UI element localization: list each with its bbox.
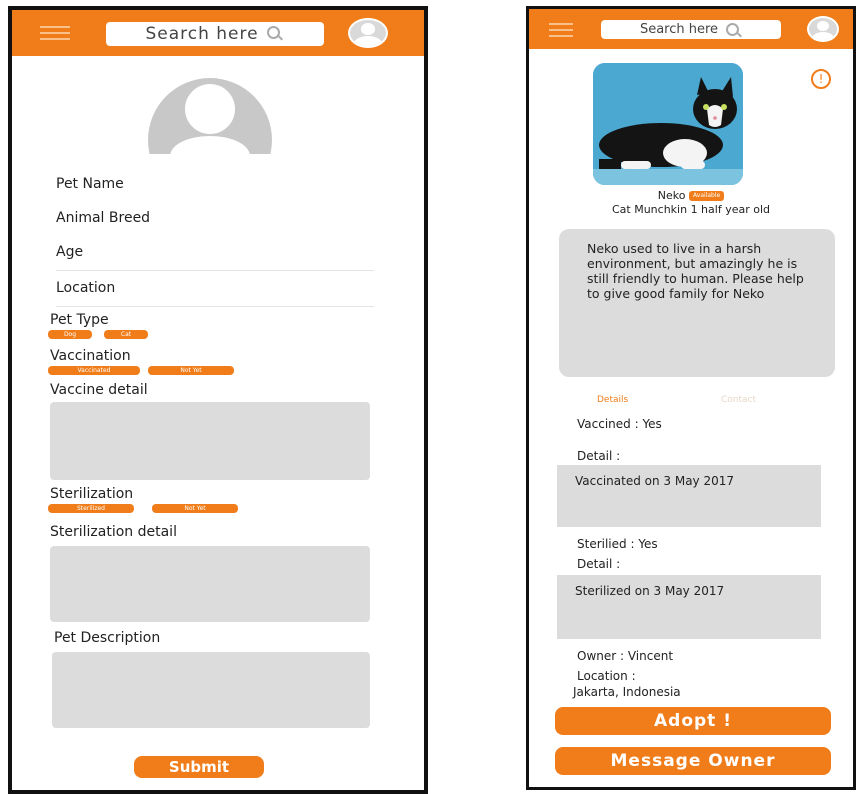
vaccine-detail-textarea[interactable] (50, 402, 370, 480)
hamburger-menu-icon[interactable] (40, 26, 70, 44)
animal-breed-field[interactable]: Animal Breed (56, 210, 150, 226)
divider (56, 270, 374, 271)
pet-detail-screen: Search here ! Neko Available Cat Munchki… (526, 6, 856, 790)
tab-contact[interactable]: Contact (721, 395, 756, 405)
vaccine-detail-box: Vaccinated on 3 May 2017 (557, 465, 821, 527)
sterilized-status: Sterilied : Yes (577, 537, 658, 551)
sterilization-not-yet-chip[interactable]: Not Yet (152, 504, 238, 513)
sterilization-label: Sterilization (50, 486, 134, 502)
top-bar: Search here (12, 10, 424, 56)
location-label: Location : (577, 669, 636, 683)
cat-image-icon (593, 63, 743, 185)
submit-button[interactable]: Submit (134, 756, 264, 778)
pet-name-field[interactable]: Pet Name (56, 176, 124, 192)
location-field[interactable]: Location (56, 280, 115, 296)
pet-photo (593, 63, 743, 185)
vaccination-label: Vaccination (50, 348, 131, 364)
sterilization-detail-label: Sterilization detail (50, 524, 177, 540)
pet-photo-placeholder-icon[interactable] (148, 78, 272, 154)
pet-summary: Cat Munchkin 1 half year old (611, 203, 771, 216)
search-input[interactable]: Search here (601, 20, 781, 39)
user-avatar-icon[interactable] (807, 16, 839, 42)
vaccined-status: Vaccined : Yes (577, 417, 662, 431)
pet-type-dog-chip[interactable]: Dog (48, 330, 92, 339)
pet-name-row: Neko Available (529, 189, 853, 202)
message-owner-button[interactable]: Message Owner (555, 747, 831, 775)
tab-details[interactable]: Details (597, 395, 628, 405)
location-value: Jakarta, Indonesia (573, 685, 681, 699)
search-icon[interactable] (726, 22, 742, 37)
sterilization-detail-textarea[interactable] (50, 546, 370, 622)
divider (56, 306, 374, 307)
pet-type-label: Pet Type (50, 312, 109, 328)
user-avatar-icon[interactable] (348, 18, 388, 48)
sterile-detail-box: Sterilized on 3 May 2017 (557, 575, 821, 639)
add-pet-form-screen: Search here Pet Name Animal Breed Age Lo… (8, 6, 428, 794)
hamburger-menu-icon[interactable] (549, 23, 573, 41)
status-badge: Available (689, 191, 725, 201)
vaccine-detail-label: Vaccine detail (50, 382, 148, 398)
search-icon[interactable] (266, 26, 285, 42)
search-input[interactable]: Search here (106, 22, 324, 46)
adopt-button[interactable]: Adopt ! (555, 707, 831, 735)
age-field[interactable]: Age (56, 244, 83, 260)
vaccinated-chip[interactable]: Vaccinated (48, 366, 140, 375)
vaccination-not-yet-chip[interactable]: Not Yet (148, 366, 234, 375)
pet-type-cat-chip[interactable]: Cat (104, 330, 148, 339)
vaccine-detail-label: Detail : (577, 449, 621, 463)
pet-description: Neko used to live in a harsh environment… (559, 229, 835, 377)
pet-name: Neko (657, 189, 686, 202)
owner-info: Owner : Vincent (577, 649, 674, 663)
top-bar: Search here (529, 9, 853, 49)
sterilized-chip[interactable]: Sterilized (48, 504, 134, 513)
sterile-detail-label: Detail : (577, 557, 621, 571)
search-placeholder: Search here (639, 22, 719, 37)
pet-description-textarea[interactable] (52, 652, 370, 728)
search-placeholder: Search here (145, 24, 259, 44)
pet-description-label: Pet Description (54, 630, 161, 646)
info-icon[interactable]: ! (811, 69, 831, 89)
